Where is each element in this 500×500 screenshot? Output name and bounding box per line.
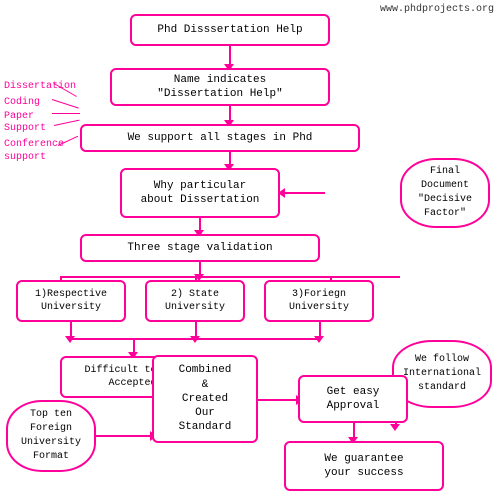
arrowhead-final-doc (278, 188, 285, 198)
arrow-final-doc (283, 192, 325, 194)
coding-label: Coding (4, 96, 40, 109)
foreign-uni-box: 3)Foriegn University (264, 280, 374, 322)
respective-uni-box: 1)Respective University (16, 280, 126, 322)
three-stage-box: Three stage validation (80, 234, 320, 262)
state-uni-box: 2) State University (145, 280, 245, 322)
label-line2 (52, 99, 79, 109)
top-ten-cloud: Top ten Foreign University Format (6, 400, 96, 472)
arrow-state-down (195, 276, 197, 280)
get-easy-box: Get easy Approval (298, 375, 408, 423)
support-label: Support (4, 122, 46, 135)
support-stages-box: We support all stages in Phd (80, 124, 360, 152)
name-indicates-box: Name indicates "Dissertation Help" (110, 68, 330, 106)
arrow-foreign-down (330, 276, 332, 280)
conference-label: Conference support (4, 138, 64, 164)
final-doc-cloud: Final Document "Decisive Factor" (400, 158, 490, 228)
arrow1 (229, 46, 231, 66)
arrow-resp-down (60, 276, 62, 280)
phd-help-box: Phd Disssertation Help (130, 14, 330, 46)
arrow-comb-to-easy (258, 399, 298, 401)
why-particular-box: Why particular about Dissertation (120, 168, 280, 218)
arrowhead-intl-to-easy (390, 424, 400, 431)
arrow-toptencomb (96, 435, 152, 437)
uni-hline (60, 276, 400, 278)
combined-box: Combined & Created Our Standard (152, 355, 258, 443)
label-line4 (54, 120, 80, 126)
label-line3 (52, 113, 80, 114)
website-url: www.phdprojects.org (380, 4, 494, 15)
guarantee-box: We guarantee your success (284, 441, 444, 491)
uni-bottom-hline (70, 338, 319, 340)
